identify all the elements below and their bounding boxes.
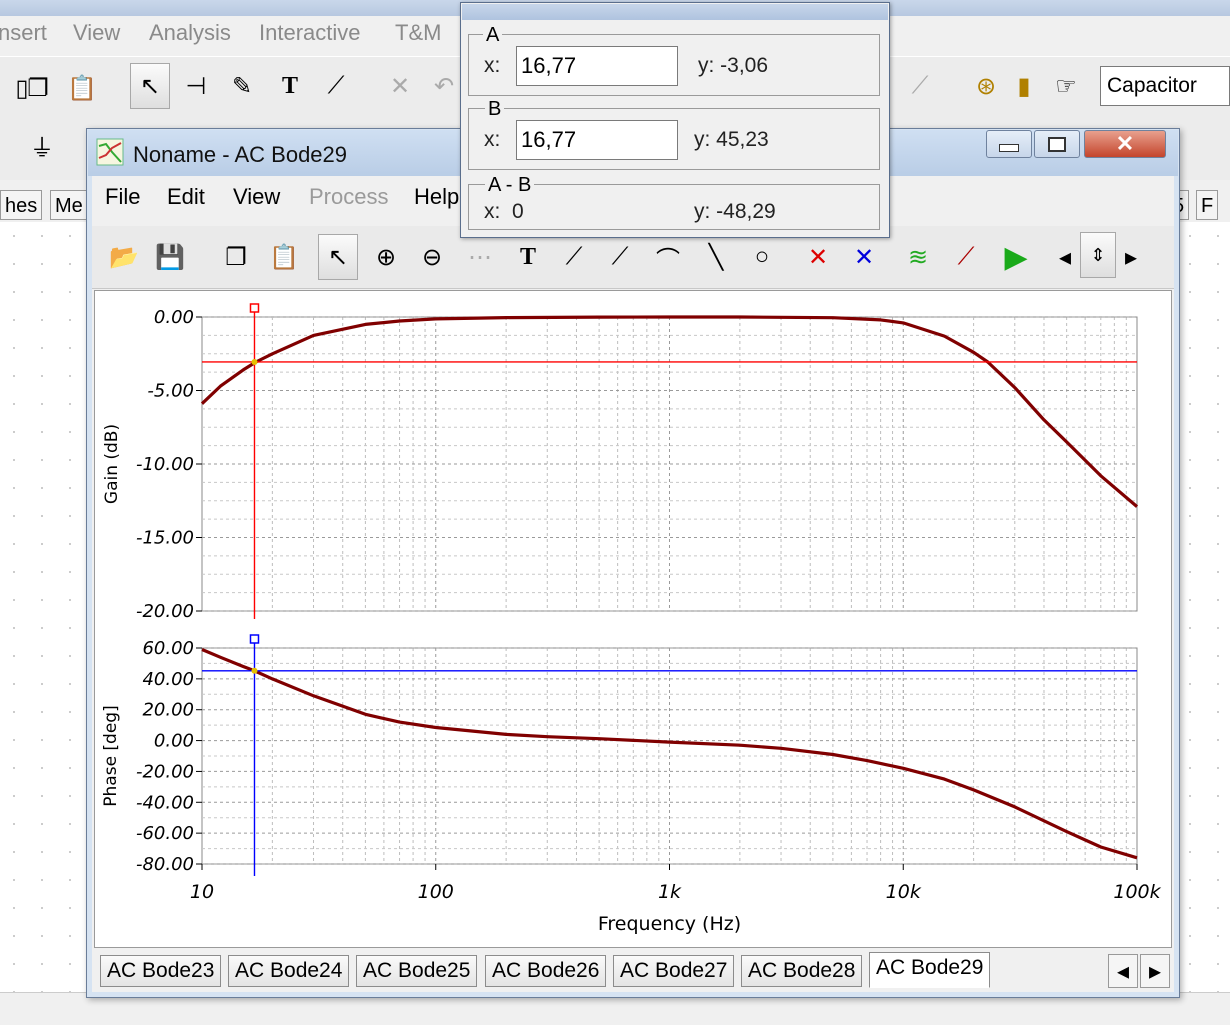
cursor-b-label: B — [485, 98, 505, 121]
x-tick-label: 10 — [190, 881, 214, 903]
y-tick-label: -20.00 — [136, 601, 194, 622]
cursor-a-x-input[interactable]: 16,77 — [516, 46, 678, 86]
x-tick-label: 1k — [658, 881, 682, 903]
plot-tab[interactable]: AC Bode25 — [356, 955, 478, 987]
y-tick-label: 0.00 — [154, 731, 194, 752]
plot-tab[interactable]: AC Bode29 — [869, 952, 991, 988]
x-tick-label: 10k — [886, 881, 922, 903]
cursor-b-x-label: x: — [484, 128, 501, 151]
tab-scroll-left-icon[interactable]: ◂ — [1108, 954, 1138, 988]
y-tick-label: 20.00 — [142, 700, 194, 721]
y-tick-label: -60.00 — [136, 823, 194, 844]
cursor-diff-x-value: x: 0 — [484, 200, 524, 223]
y-tick-label: 60.00 — [142, 638, 194, 659]
y-tick-label: -40.00 — [136, 792, 194, 813]
y-tick-label: -15.00 — [136, 528, 194, 549]
x-tick-label: 100k — [1113, 881, 1161, 903]
cursor-marker — [251, 667, 258, 674]
cursor-handle — [249, 303, 260, 313]
plot-tab[interactable]: AC Bode23 — [100, 955, 222, 987]
cursor-b-y-value: y: 45,23 — [694, 128, 769, 151]
cursor-diff-label: A - B — [485, 174, 535, 197]
y-tick-label: -80.00 — [136, 854, 194, 875]
plot-tab[interactable]: AC Bode28 — [741, 955, 863, 987]
y-tick-label: -20.00 — [136, 761, 194, 782]
cursor-readout-title-bar[interactable] — [462, 4, 888, 20]
cursor-marker — [251, 358, 258, 365]
cursor-a-x-label: x: — [484, 54, 501, 77]
cursor-diff-y-value: y: -48,29 — [694, 200, 776, 223]
cursor-handle — [249, 634, 260, 644]
tab-scroll-right-icon[interactable]: ▸ — [1140, 954, 1170, 988]
x-tick-label: 100 — [418, 881, 454, 903]
plot-tab[interactable]: AC Bode26 — [485, 955, 607, 987]
y-tick-label: 40.00 — [142, 669, 194, 690]
x-axis-label: Frequency (Hz) — [598, 913, 741, 935]
y-tick-label: -5.00 — [147, 381, 194, 402]
cursor-a-y-value: y: -3,06 — [698, 54, 769, 77]
plot-tab[interactable]: AC Bode24 — [228, 955, 350, 987]
plot-tab[interactable]: AC Bode27 — [613, 955, 735, 987]
y-tick-label: -10.00 — [136, 454, 194, 475]
cursor-a-label: A — [483, 24, 503, 47]
y-axis-label: Gain (dB) — [102, 424, 122, 504]
y-tick-label: 0.00 — [154, 307, 194, 328]
cursor-b-x-input[interactable]: 16,77 — [516, 120, 678, 160]
y-axis-label: Phase [deg] — [101, 705, 121, 806]
